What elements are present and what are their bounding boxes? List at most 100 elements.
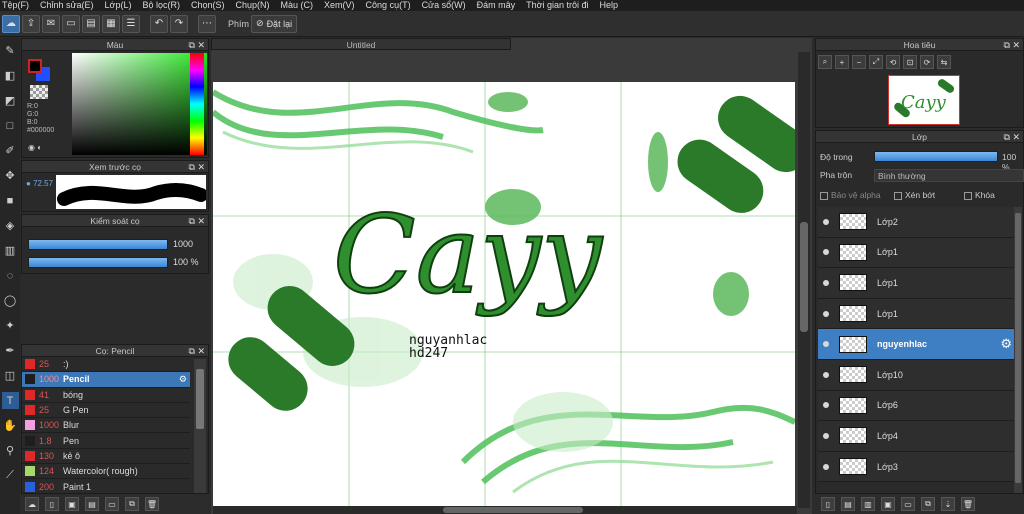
clipping-box[interactable] [894, 191, 902, 200]
selection-icon[interactable]: ⋯ [198, 14, 216, 33]
visibility-eye-icon[interactable] [823, 249, 829, 256]
layer-list-scrollbar[interactable] [1014, 207, 1022, 493]
layer-opacity-slider[interactable] [874, 151, 998, 162]
lock-box[interactable] [964, 191, 972, 200]
layer-row[interactable]: Lớp10 [818, 359, 1015, 391]
layer-list-scroll-thumb[interactable] [1015, 213, 1021, 483]
zoom-in-icon[interactable]: + [835, 55, 849, 69]
menu-item[interactable]: Xem(V) [324, 0, 355, 11]
panel-controls-icon[interactable]: ⧉ ✕ [189, 215, 205, 227]
add-brush-icon[interactable]: ▣ [65, 497, 79, 511]
visibility-eye-icon[interactable] [823, 463, 829, 470]
copy-brush-icon[interactable]: ⧉ [125, 497, 139, 511]
canvas-horizontal-thumb[interactable] [443, 507, 583, 513]
navigator-thumbnail[interactable]: Cayy [888, 75, 960, 125]
rotate-left-icon[interactable]: ⟲ [886, 55, 900, 69]
dot-eraser-tool-icon[interactable]: ◩ [2, 92, 19, 109]
menu-item[interactable]: Chọn(S) [191, 0, 225, 11]
protect-alpha-box[interactable] [820, 191, 828, 200]
grid-icon[interactable]: ▦ [102, 14, 120, 33]
select-rect-tool-icon[interactable]: □ [2, 117, 19, 134]
pen-tool-icon[interactable]: ✐ [2, 142, 19, 159]
chat-icon[interactable]: ▭ [62, 14, 80, 33]
flip-icon[interactable]: ⇆ [937, 55, 951, 69]
menu-item[interactable]: Help [600, 0, 619, 11]
visibility-eye-icon[interactable] [823, 279, 829, 286]
panel-controls-icon[interactable]: ⧉ ✕ [189, 345, 205, 357]
brush-list-item[interactable]: 25:) [22, 357, 190, 373]
panel-controls-icon[interactable]: ⧉ ✕ [189, 161, 205, 173]
transparent-swatch[interactable] [30, 85, 48, 99]
layer-row[interactable]: Lớp1 [818, 268, 1015, 299]
new-brush-icon[interactable]: ▯ [45, 497, 59, 511]
menu-item[interactable]: Đám mây [477, 0, 516, 11]
fill-rect-tool-icon[interactable]: ■ [2, 192, 19, 209]
saturation-value-picker[interactable] [72, 53, 207, 155]
brush-list-item[interactable]: 130 kẻ ô [22, 449, 190, 465]
drawing-canvas[interactable]: Cayy nguyanhlac hd247 [213, 82, 795, 508]
brush-list-scrollbar[interactable] [194, 359, 206, 493]
visibility-eye-icon[interactable] [823, 402, 829, 409]
fit-icon[interactable]: ⤢ [869, 55, 883, 69]
bucket-tool-icon[interactable]: ◈ [2, 217, 19, 234]
panel-controls-icon[interactable]: ⧉ ✕ [1004, 131, 1020, 143]
brush-list-item[interactable]: 1000 Blur [22, 418, 190, 434]
new-layer-1bit-icon[interactable]: ▥ [861, 497, 875, 511]
canvas-horizontal-scrollbar[interactable] [213, 506, 797, 514]
duplicate-layer-icon[interactable]: ⧉ [921, 497, 935, 511]
cloud-icon[interactable]: ☁ [2, 14, 20, 33]
layer-row[interactable]: Lớp1 [818, 237, 1015, 269]
merge-layer-icon[interactable]: ⇣ [941, 497, 955, 511]
menu-item[interactable]: Chụp(N) [236, 0, 270, 11]
brush-list-item[interactable]: 41 bóng [22, 388, 190, 403]
clipping-checkbox[interactable]: Xén bớt [894, 190, 935, 200]
menu-item[interactable]: Cửa sổ(W) [422, 0, 466, 11]
visibility-eye-icon[interactable] [823, 218, 829, 225]
lock-checkbox[interactable]: Khóa [964, 190, 995, 200]
visibility-eye-icon[interactable] [823, 371, 829, 378]
layer-row[interactable]: Lớp4 [818, 421, 1015, 452]
brush-settings-icon[interactable]: ▤ [85, 497, 99, 511]
layer-row[interactable]: Lớp1 [818, 298, 1015, 330]
select-pen-tool-icon[interactable]: ✒ [2, 342, 19, 359]
comment-icon[interactable]: ✉ [42, 14, 60, 33]
layer-row[interactable]: Lớp6 [818, 390, 1015, 422]
undo-icon[interactable]: ↶ [150, 14, 168, 33]
brush-list-item[interactable]: 124 Watercolor( rough) [22, 464, 190, 480]
menu-item[interactable]: Tệp(F) [2, 0, 29, 11]
lasso-tool-icon[interactable]: ◌ [2, 267, 19, 284]
menu-item[interactable]: Màu (C) [281, 0, 314, 11]
gradient-tool-icon[interactable]: ▥ [2, 242, 19, 259]
menu-item[interactable]: Thời gian trôi đi [526, 0, 588, 11]
new-layer-icon[interactable]: ▯ [821, 497, 835, 511]
move-tool-icon[interactable]: ✥ [2, 167, 19, 184]
redo-icon[interactable]: ↷ [170, 14, 188, 33]
brush-tool-icon[interactable]: ✎ [2, 42, 19, 59]
protect-alpha-checkbox[interactable]: Bảo vệ alpha [820, 190, 881, 200]
layer-row[interactable]: nguyenhlac ⚙ [818, 329, 1015, 360]
zoom-icon[interactable]: ⌕ [818, 55, 832, 69]
add-layer-menu-icon[interactable]: ▣ [881, 497, 895, 511]
text-tool-icon[interactable]: T [1, 392, 19, 409]
layer-folder-icon[interactable]: ▭ [901, 497, 915, 511]
foreground-color-swatch[interactable] [28, 59, 42, 73]
brush-opacity-bar[interactable] [28, 257, 168, 268]
folder-icon[interactable]: ▭ [105, 497, 119, 511]
menu-item[interactable]: Chỉnh sửa(E) [40, 0, 94, 11]
brush-list-item[interactable]: 1.8 Pen [22, 433, 190, 449]
panel-controls-icon[interactable]: ⧉ ✕ [189, 39, 205, 51]
menu-item[interactable]: Công cụ(T) [366, 0, 411, 11]
brush-list-item[interactable]: 200 Paint 1 [22, 479, 190, 495]
canvas-tab[interactable]: Untitled [211, 38, 511, 50]
visibility-eye-icon[interactable] [823, 310, 829, 317]
brush-list-item[interactable]: 1000 Pencil ⚙ [22, 372, 190, 388]
canvas-vertical-scrollbar[interactable] [798, 52, 810, 508]
export-icon[interactable]: ⇪ [22, 14, 40, 33]
eyedropper-tool-icon[interactable]: ⚲ [2, 442, 19, 459]
layer-row[interactable]: Lớp2 [818, 207, 1015, 238]
eraser-tool-icon[interactable]: ◧ [2, 67, 19, 84]
brush-settings-gear-icon[interactable]: ⚙ [179, 374, 187, 385]
visibility-eye-icon[interactable] [823, 341, 829, 348]
menu-item[interactable]: Lớp(L) [105, 0, 132, 11]
layer-row[interactable]: Lớp3 [818, 451, 1015, 483]
